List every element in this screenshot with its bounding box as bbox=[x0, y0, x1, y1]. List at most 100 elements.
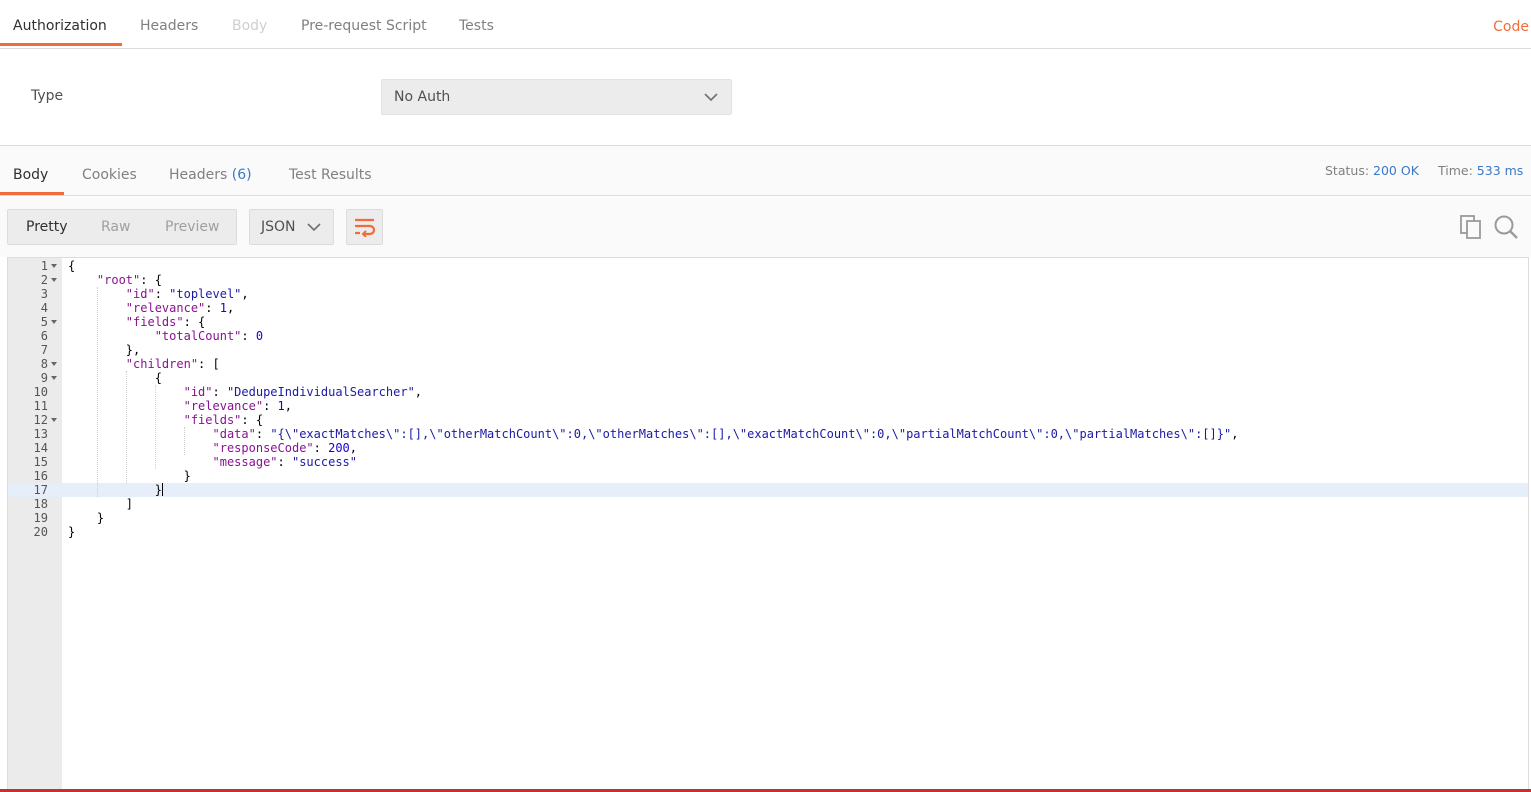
line-number: 10 bbox=[33, 385, 48, 399]
code-token: "fields" bbox=[125, 315, 184, 329]
auth-type-select[interactable]: No Auth bbox=[381, 79, 732, 115]
tab-body[interactable]: Body bbox=[232, 18, 267, 34]
code-token: "message" bbox=[212, 455, 278, 469]
tab-pre-request-script[interactable]: Pre-request Script bbox=[301, 18, 427, 34]
wrap-lines-button[interactable] bbox=[346, 209, 383, 245]
tab-headers[interactable]: Headers bbox=[140, 18, 198, 34]
wrap-lines-icon bbox=[355, 218, 376, 237]
authorization-panel: Type No Auth bbox=[0, 49, 1531, 146]
code-token: "relevance" bbox=[125, 301, 206, 315]
format-value: JSON bbox=[261, 219, 296, 235]
code-line: 5 "fields": { bbox=[8, 315, 1528, 329]
fold-toggle-icon[interactable] bbox=[51, 418, 57, 422]
code-text: "message": "success" bbox=[68, 455, 358, 469]
response-toolbar: Pretty Raw Preview JSON bbox=[0, 197, 1531, 257]
line-number: 6 bbox=[40, 329, 48, 343]
status-readout: Status: 200 OK bbox=[1325, 163, 1419, 178]
code-token: "fields" bbox=[183, 413, 242, 427]
code-token: } bbox=[68, 483, 162, 497]
code-token: "toplevel" bbox=[169, 287, 242, 301]
code-token: : bbox=[255, 427, 271, 441]
fold-toggle-icon[interactable] bbox=[51, 376, 57, 380]
indent-guide bbox=[155, 385, 156, 469]
code-link[interactable]: Code bbox=[1493, 19, 1529, 35]
code-token: , bbox=[241, 287, 249, 301]
code-token: : bbox=[263, 399, 278, 413]
line-number: 8 bbox=[40, 357, 48, 371]
line-number: 1 bbox=[40, 259, 48, 273]
time-label: Time: bbox=[1438, 163, 1473, 178]
tab-tests[interactable]: Tests bbox=[459, 18, 494, 34]
fold-toggle-icon[interactable] bbox=[51, 278, 57, 282]
line-number: 14 bbox=[33, 441, 48, 455]
code-token: : [ bbox=[198, 357, 220, 371]
code-token: "children" bbox=[125, 357, 199, 371]
type-label: Type bbox=[31, 88, 64, 104]
code-token: { bbox=[68, 259, 76, 273]
code-text: "responseCode": 200, bbox=[68, 441, 358, 455]
status-value: 200 OK bbox=[1373, 163, 1419, 178]
code-line: 14 "responseCode": 200, bbox=[8, 441, 1528, 455]
code-text: "relevance": 1, bbox=[68, 399, 292, 413]
code-token: "relevance" bbox=[183, 399, 264, 413]
code-text: { bbox=[68, 371, 162, 385]
code-line: 10 "id": "DedupeIndividualSearcher", bbox=[8, 385, 1528, 399]
tab-response-body[interactable]: Body bbox=[13, 167, 48, 183]
code-token: "{\"exactMatches\":[],\"otherMatchCount\… bbox=[270, 427, 1232, 441]
code-text: } bbox=[68, 525, 75, 539]
code-token: "responseCode" bbox=[212, 441, 314, 455]
line-number: 18 bbox=[33, 497, 48, 511]
line-number: 3 bbox=[40, 287, 48, 301]
code-token: , bbox=[284, 399, 292, 413]
indent-guide bbox=[97, 287, 98, 497]
code-token: "root" bbox=[96, 273, 141, 287]
code-text: "id": "toplevel", bbox=[68, 287, 249, 301]
code-line: 9 { bbox=[8, 371, 1528, 385]
active-response-tab-indicator bbox=[0, 192, 64, 195]
code-token: , bbox=[1231, 427, 1239, 441]
tab-authorization[interactable]: Authorization bbox=[13, 18, 107, 34]
fold-toggle-icon[interactable] bbox=[51, 362, 57, 366]
code-token: "id" bbox=[125, 287, 155, 301]
copy-icon[interactable] bbox=[1457, 213, 1485, 241]
response-tabs-bar: Body Cookies Headers (6) Test Results St… bbox=[0, 146, 1531, 196]
indent-guide bbox=[184, 427, 185, 455]
code-line: 15 "message": "success" bbox=[8, 455, 1528, 469]
code-line: 1{ bbox=[8, 259, 1528, 273]
code-text: "id": "DedupeIndividualSearcher", bbox=[68, 385, 422, 399]
tab-test-results[interactable]: Test Results bbox=[289, 167, 372, 183]
request-tabs-bar: Authorization Headers Body Pre-request S… bbox=[0, 0, 1531, 49]
line-number: 11 bbox=[33, 399, 48, 413]
line-number: 4 bbox=[40, 301, 48, 315]
fold-toggle-icon[interactable] bbox=[51, 320, 57, 324]
search-icon[interactable] bbox=[1492, 213, 1520, 241]
response-body-editor[interactable]: 1{2 "root": {3 "id": "toplevel", 4 "relev… bbox=[7, 257, 1529, 792]
line-number: 13 bbox=[33, 427, 48, 441]
headers-count-badge: (6) bbox=[231, 167, 252, 183]
line-number: 9 bbox=[40, 371, 48, 385]
code-token: } bbox=[68, 511, 105, 525]
tab-response-headers-label: Headers bbox=[169, 167, 228, 183]
code-line: 4 "relevance": 1, bbox=[8, 301, 1528, 315]
code-line: 12 "fields": { bbox=[8, 413, 1528, 427]
code-token: 200 bbox=[328, 441, 350, 455]
pretty-button[interactable]: Pretty bbox=[26, 219, 68, 235]
time-readout: Time: 533 ms bbox=[1438, 163, 1523, 178]
code-text: "children": [ bbox=[68, 357, 220, 371]
code-token: : bbox=[313, 441, 329, 455]
tab-response-headers[interactable]: Headers (6) bbox=[169, 167, 252, 183]
code-line: 20} bbox=[8, 525, 1528, 539]
format-select[interactable]: JSON bbox=[249, 209, 334, 245]
code-text: "data": "{\"exactMatches\":[],\"otherMat… bbox=[68, 427, 1239, 441]
code-line: 7 }, bbox=[8, 343, 1528, 357]
tab-cookies[interactable]: Cookies bbox=[82, 167, 137, 183]
raw-button[interactable]: Raw bbox=[101, 219, 130, 235]
fold-toggle-icon[interactable] bbox=[51, 264, 57, 268]
indent-guide bbox=[126, 371, 127, 483]
code-token: : bbox=[154, 287, 170, 301]
preview-button[interactable]: Preview bbox=[165, 219, 220, 235]
code-text: "fields": { bbox=[68, 315, 205, 329]
